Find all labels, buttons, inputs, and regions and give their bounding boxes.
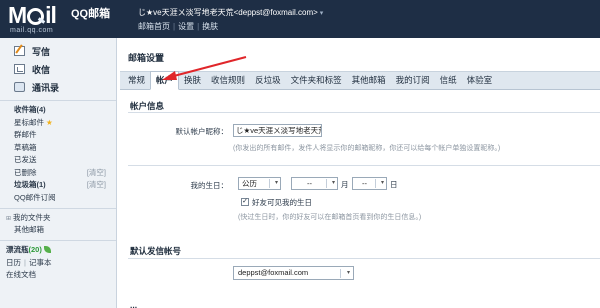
top-header: Mil QQ邮箱 mail.qq.com じ★ve天涯ㄨ淡写地老天荒<depps… xyxy=(0,0,600,38)
user-account-text: じ★ve天涯ㄨ淡写地老天荒<deppst@foxmail.com> xyxy=(138,8,318,17)
sidebar-compose[interactable]: 写信 xyxy=(0,42,116,60)
folder-sent[interactable]: 已发送 xyxy=(0,154,116,167)
page-title: 邮箱设置 xyxy=(128,53,165,63)
qq-mail-logo[interactable]: Mil QQ邮箱 mail.qq.com xyxy=(8,3,118,35)
nickname-label: 默认帐户昵称： xyxy=(175,127,229,136)
tab-stationery[interactable]: 信纸 xyxy=(435,72,462,89)
logo-wordmark: Mil xyxy=(8,2,57,28)
star-icon: ★ xyxy=(46,117,53,127)
inbox-icon xyxy=(14,64,25,74)
day-unit: 日 xyxy=(390,180,398,189)
contacts-label: 通讯录 xyxy=(32,82,60,93)
calendar-link[interactable]: 日历 xyxy=(6,258,21,267)
annotation-arrow-icon xyxy=(162,56,247,80)
section-divider xyxy=(128,258,600,259)
chevron-down-icon: ▾ xyxy=(380,180,384,186)
folder-inbox[interactable]: 收件箱(4) xyxy=(0,104,116,117)
month-unit: 月 xyxy=(341,180,349,189)
online-docs-item[interactable]: 在线文档 xyxy=(0,269,116,282)
expand-triangle-icon: ⊞ xyxy=(6,216,12,222)
empty-spam-link[interactable]: [清空] xyxy=(87,179,106,192)
folder-drafts[interactable]: 草稿箱 xyxy=(0,142,116,155)
tab-folders-labels[interactable]: 文件夹和标签 xyxy=(286,72,347,89)
compose-label: 写信 xyxy=(32,46,51,57)
divider xyxy=(0,100,116,101)
tab-general[interactable]: 常规 xyxy=(123,72,150,89)
contacts-icon xyxy=(14,82,25,92)
default-sender-heading: 默认发信帐号 xyxy=(130,246,182,256)
empty-deleted-link[interactable]: [清空] xyxy=(87,167,106,180)
default-sender-select[interactable]: deppst@foxmail.com ▾ xyxy=(233,266,354,280)
settings-link[interactable]: 设置 xyxy=(178,22,194,31)
folder-spam[interactable]: 垃圾箱(1) [清空] xyxy=(0,179,116,192)
my-folders-toggle[interactable]: ⊞ 我的文件夹 xyxy=(0,212,116,224)
tab-anti-spam[interactable]: 反垃圾 xyxy=(250,72,286,89)
birth-month-select[interactable]: -- ▾ xyxy=(291,177,338,190)
section-divider xyxy=(128,165,600,166)
divider xyxy=(0,240,116,241)
friends-visible-checkbox[interactable]: ✓ xyxy=(241,198,249,206)
folder-list: 收件箱(4) 星标邮件 ★ 群邮件 草稿箱 已发送 已删除 [清空] 垃圾箱(1)[… xyxy=(0,104,116,204)
calendar-notes-row: 日历 | 记事本 xyxy=(6,257,52,267)
folder-group-mail[interactable]: 群邮件 xyxy=(0,129,116,142)
tab-labs[interactable]: 体验室 xyxy=(462,72,498,89)
mailbox-home-link[interactable]: 邮箱首页 xyxy=(138,22,170,31)
sidebar-contacts[interactable]: 通讯录 xyxy=(0,78,116,96)
folder-starred[interactable]: 星标邮件 ★ xyxy=(0,117,116,130)
next-section-heading: ... xyxy=(130,300,138,308)
nickname-input[interactable]: じ★ve天涯ㄨ淡写地老天荒 xyxy=(233,124,322,137)
compose-icon xyxy=(14,46,25,56)
sidebar-apps: 漂流瓶(20) 日历 | 记事本 在线文档 xyxy=(0,244,116,282)
account-info-heading: 帐户信息 xyxy=(130,101,165,111)
folder-qq-subscriptions[interactable]: QQ邮件订阅 xyxy=(0,192,116,205)
chevron-down-icon: ▾ xyxy=(331,180,335,186)
sidebar: 写信 收信 通讯录 收件箱(4) 星标邮件 ★ 群邮件 草稿箱 已发送 已删除 [清… xyxy=(0,38,117,308)
leaf-icon xyxy=(43,246,51,253)
birth-day-select[interactable]: -- ▾ xyxy=(352,177,387,190)
logo-domain: mail.qq.com xyxy=(10,27,54,34)
my-folders-group: ⊞ 我的文件夹 其他邮箱 xyxy=(0,212,116,236)
inbox-label: 收信 xyxy=(32,64,51,75)
sidebar-inbox[interactable]: 收信 xyxy=(0,60,116,78)
section-divider xyxy=(128,112,600,113)
birthday-label: 我的生日： xyxy=(190,181,229,190)
tab-my-subscriptions[interactable]: 我的订阅 xyxy=(391,72,435,89)
drift-bottle-item[interactable]: 漂流瓶(20) xyxy=(0,244,116,257)
other-mailboxes-item[interactable]: 其他邮箱 xyxy=(0,224,116,236)
chevron-down-icon: ▾ xyxy=(346,270,350,276)
birthday-hint: (快过生日时，你的好友可以在邮箱首页看到你的生日信息。) xyxy=(238,214,422,221)
calendar-type-select[interactable]: 公历 ▾ xyxy=(238,177,281,190)
chevron-down-icon: ▾ xyxy=(274,180,278,186)
divider xyxy=(0,208,116,209)
chevron-down-icon[interactable]: ▾ xyxy=(320,10,324,17)
tab-other-mailboxes[interactable]: 其他邮箱 xyxy=(347,72,391,89)
friends-visible-label[interactable]: 好友可见我的生日 xyxy=(252,197,312,208)
change-skin-link[interactable]: 换肤 xyxy=(202,22,218,31)
notes-link[interactable]: 记事本 xyxy=(29,258,52,267)
user-account-display[interactable]: じ★ve天涯ㄨ淡写地老天荒<deppst@foxmail.com> ▾ xyxy=(138,7,323,18)
folder-deleted[interactable]: 已删除 [清空] xyxy=(0,167,116,180)
logo-chinese-text: QQ邮箱 xyxy=(71,8,111,20)
header-links: 邮箱首页 | 设置 | 换肤 xyxy=(138,22,219,31)
nickname-hint: (你发出的所有邮件，发件人将显示你的邮箱昵称，你还可以给每个帐户单独设置昵称。) xyxy=(233,145,501,152)
